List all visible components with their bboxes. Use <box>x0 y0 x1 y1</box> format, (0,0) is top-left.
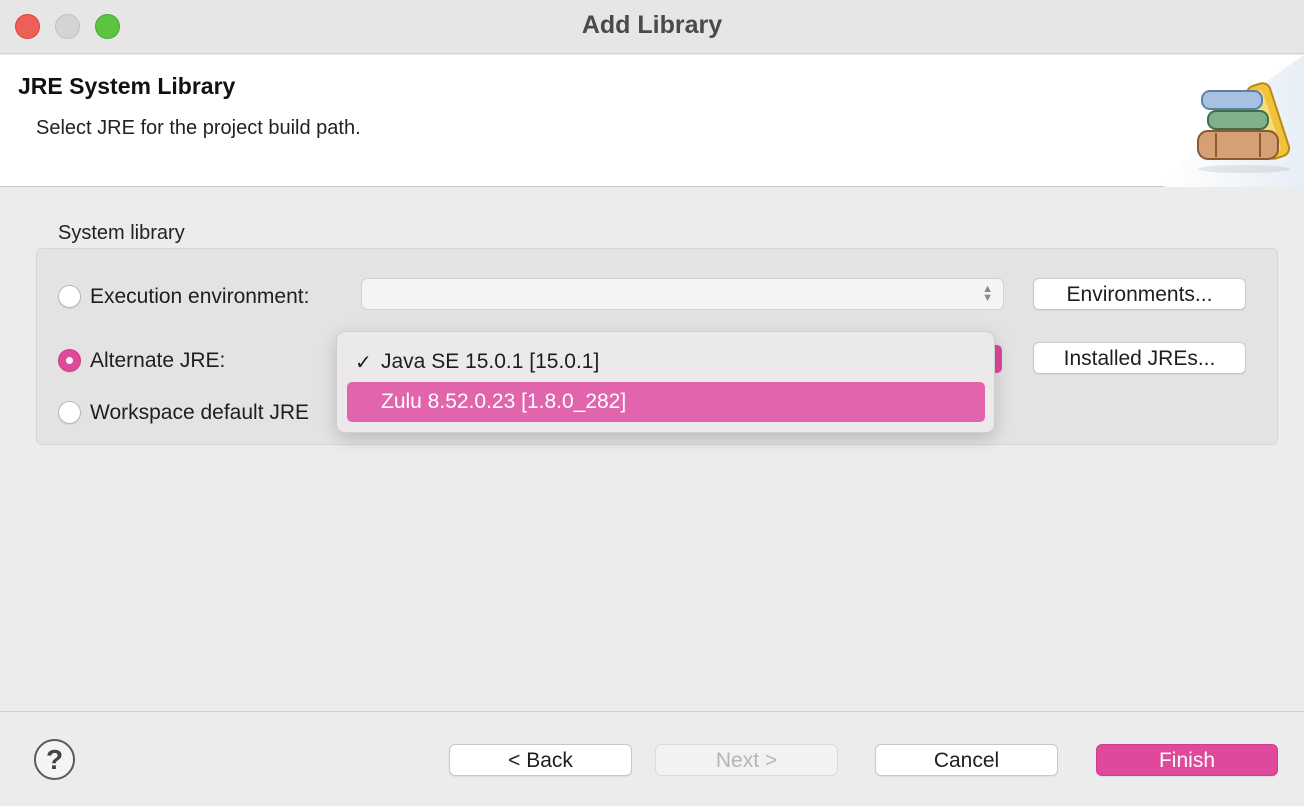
execution-environment-label: Execution environment: <box>90 285 310 308</box>
window-title: Add Library <box>581 11 723 39</box>
stepper-arrows-icon: ▲ ▼ <box>982 283 993 304</box>
dropdown-item-label: Java SE 15.0.1 [15.0.1] <box>381 350 600 373</box>
help-icon[interactable]: ? <box>34 739 75 780</box>
page-description: Select JRE for the project build path. <box>36 117 361 139</box>
cancel-button[interactable]: Cancel <box>875 744 1058 776</box>
jre-dropdown-menu: ✓ Java SE 15.0.1 [15.0.1] Zulu 8.52.0.23… <box>336 331 995 433</box>
checkmark-icon: ✓ <box>355 352 372 374</box>
environments-button[interactable]: Environments... <box>1033 278 1246 310</box>
wizard-header: JRE System Library Select JRE for the pr… <box>0 55 1304 187</box>
execution-environment-combo[interactable]: ▲ ▼ <box>361 278 1004 310</box>
system-library-label: System library <box>58 222 185 244</box>
footer-divider <box>0 711 1304 712</box>
alternate-jre-label: Alternate JRE: <box>90 349 226 372</box>
back-button[interactable]: < Back <box>449 744 632 776</box>
workspace-default-jre-label: Workspace default JRE <box>90 401 310 424</box>
dropdown-item-zulu[interactable]: Zulu 8.52.0.23 [1.8.0_282] <box>347 382 985 422</box>
execution-environment-radio[interactable] <box>58 285 81 308</box>
workspace-default-jre-radio[interactable] <box>58 401 81 424</box>
library-books-icon <box>1164 55 1304 187</box>
page-title: JRE System Library <box>18 73 236 99</box>
installed-jres-button[interactable]: Installed JREs... <box>1033 342 1246 374</box>
next-button[interactable]: Next > <box>655 744 838 776</box>
alternate-jre-radio[interactable] <box>58 349 81 372</box>
dropdown-item-label: Zulu 8.52.0.23 [1.8.0_282] <box>381 390 627 413</box>
title-bar: Add Library <box>0 0 1304 54</box>
finish-button[interactable]: Finish <box>1096 744 1278 776</box>
dropdown-item-java-se[interactable]: ✓ Java SE 15.0.1 [15.0.1] <box>347 342 985 382</box>
